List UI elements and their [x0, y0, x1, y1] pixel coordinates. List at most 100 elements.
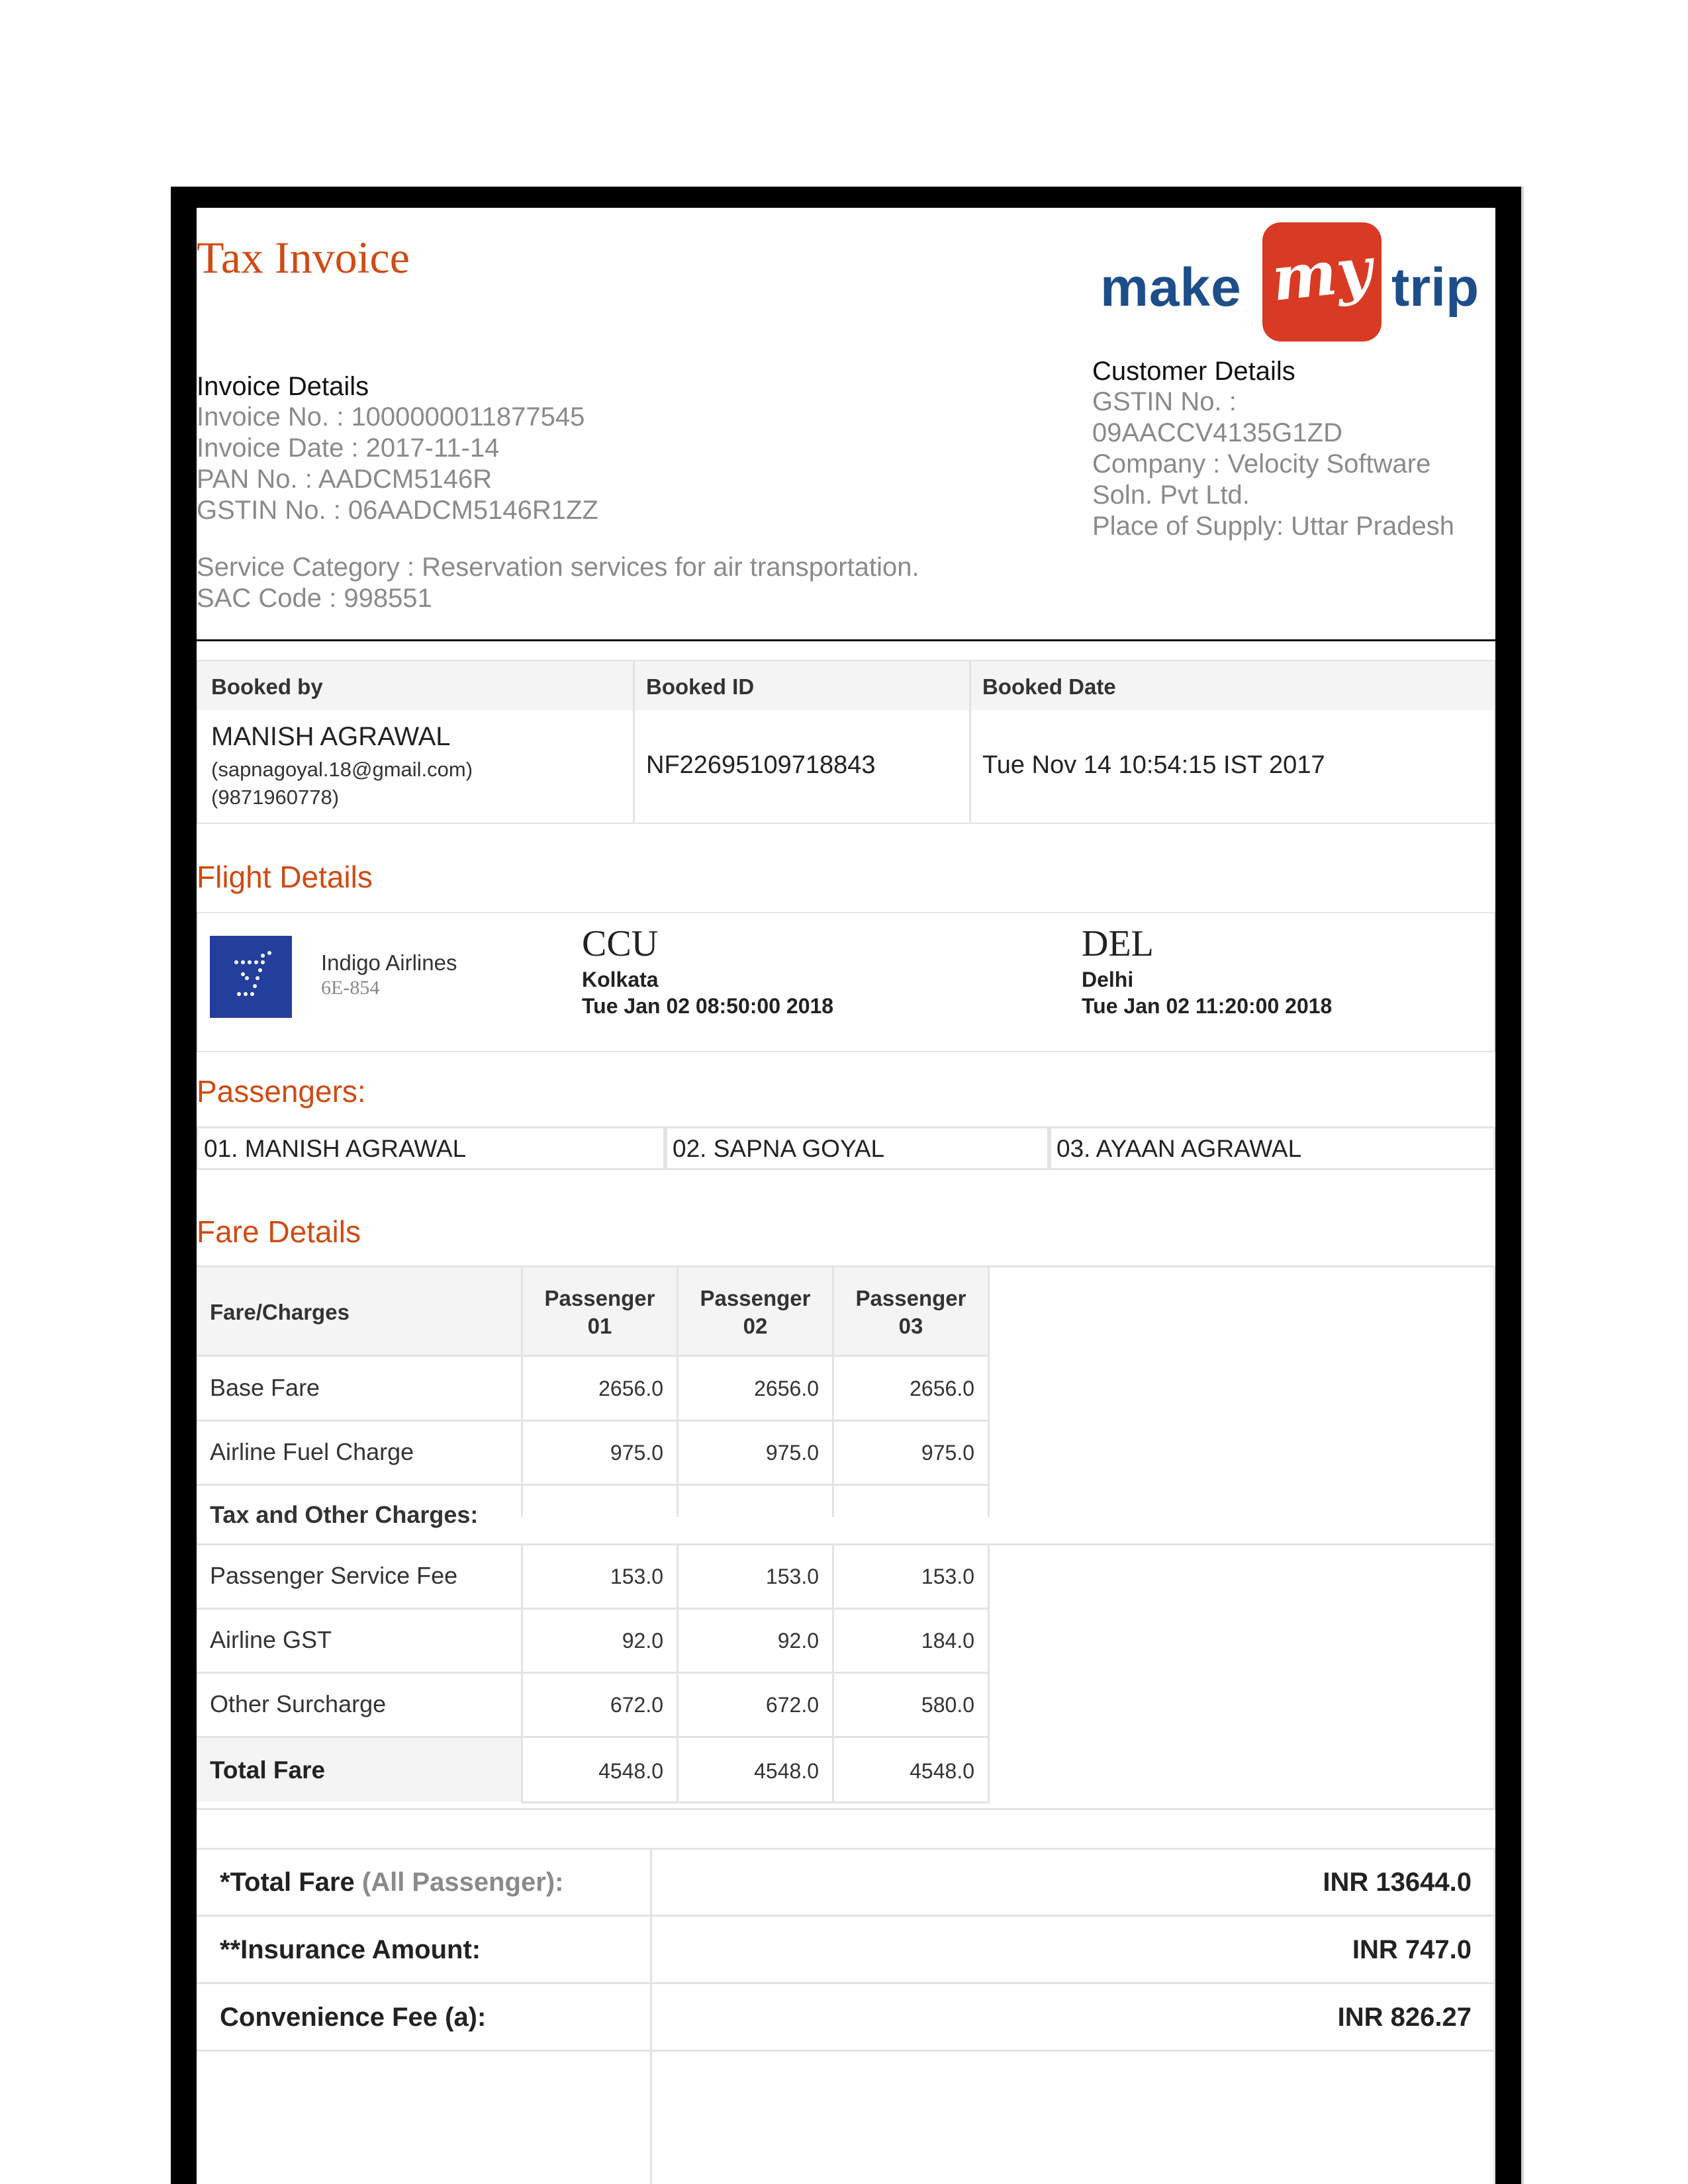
tax-value: 153.0	[921, 1565, 974, 1588]
passenger-02-header-line2: 02	[743, 1314, 768, 1338]
arrival-time: Tue Jan 02 11:20:00 2018	[1082, 994, 1333, 1018]
destination-city: Delhi	[1082, 968, 1134, 991]
fare-row-divider	[521, 1801, 990, 1803]
booked-id-header: Booked ID	[646, 674, 755, 700]
summary-right-border	[1493, 1848, 1495, 2184]
total-fare-label: Total Fare	[210, 1756, 326, 1784]
page-title: Tax Invoice	[197, 232, 410, 283]
tax-value: 580.0	[921, 1693, 974, 1717]
fare-charges-header: Fare/Charges	[210, 1300, 350, 1325]
invoice-sheet: Tax Invoice make my trip Invoice Details…	[197, 208, 1495, 2184]
fare-value: 975.0	[765, 1441, 819, 1465]
fare-table: Fare/Charges Passenger 01 Passenger 02 P…	[197, 1265, 1495, 1812]
tax-value: 92.0	[622, 1629, 663, 1653]
fare-row-divider	[197, 1608, 990, 1610]
booking-col-divider	[969, 661, 971, 823]
summary-row-divider	[197, 1848, 1495, 1850]
fare-value: 2656.0	[754, 1377, 819, 1400]
passenger-02-header: Passenger 02	[679, 1267, 832, 1355]
grand-total-value: INR 13644.0	[1323, 1868, 1472, 1897]
passenger-01-header-line1: Passenger	[544, 1286, 655, 1310]
booker-phone: (9871960778)	[211, 786, 340, 809]
tax-value: 672.0	[610, 1693, 663, 1717]
invoice-number: Invoice No. : 1000000011877545	[197, 402, 585, 432]
convenience-fee-value: INR 826.27	[1337, 2003, 1472, 2032]
passenger-01-header-line2: 01	[587, 1314, 612, 1338]
fare-table-right	[1493, 1265, 1495, 1810]
fare-row-divider	[197, 1420, 990, 1422]
summary-row-divider	[197, 2050, 1495, 2052]
origin-code: CCU	[582, 923, 659, 964]
fare-row-divider	[197, 1355, 990, 1357]
passenger-03-header-line2: 03	[898, 1314, 923, 1338]
summary-row-divider	[197, 1915, 1495, 1917]
convenience-fee-label: Convenience Fee (a):	[220, 2003, 487, 2032]
destination-code: DEL	[1082, 923, 1154, 964]
fare-value: 975.0	[610, 1441, 663, 1465]
passenger-item: 02. SAPNA GOYAL	[665, 1126, 1049, 1170]
tax-value: 672.0	[765, 1693, 819, 1717]
total-fare-value: 4548.0	[910, 1759, 974, 1783]
booking-header-bg	[198, 661, 1494, 710]
passenger-03-header-line1: Passenger	[855, 1286, 966, 1310]
flight-details-box: Indigo Airlines 6E-854 CCU Kolkata Tue J…	[197, 912, 1495, 1052]
booked-id-value: NF22695109718843	[646, 751, 876, 779]
fare-row-divider	[197, 1672, 990, 1674]
gstin-number: GSTIN No. : 06AADCM5146R1ZZ	[197, 496, 598, 525]
invoice-date: Invoice Date : 2017-11-14	[197, 433, 500, 463]
logo-trip: trip	[1391, 257, 1479, 318]
fare-value: 975.0	[921, 1441, 974, 1465]
airline-name: Indigo Airlines	[321, 950, 457, 975]
passenger-name: 01. MANISH AGRAWAL	[204, 1135, 467, 1162]
fare-col-divider	[988, 1736, 990, 1803]
passenger-name: 02. SAPNA GOYAL	[673, 1135, 885, 1162]
header-divider	[197, 639, 1495, 641]
logo-my-box: my	[1262, 222, 1382, 341]
passenger-item: 03. AYAAN AGRAWAL	[1049, 1126, 1495, 1170]
booking-table: Booked by Booked ID Booked Date MANISH A…	[197, 660, 1495, 824]
summary-table: *Total Fare (All Passenger): INR 13644.0…	[197, 1848, 1495, 2184]
customer-company: Company : Velocity Software	[1092, 449, 1431, 478]
place-of-supply: Place of Supply: Uttar Pradesh	[1092, 512, 1454, 541]
passenger-item: 01. MANISH AGRAWAL	[197, 1126, 665, 1170]
customer-gstin-value: 09AACCV4135G1ZD	[1092, 418, 1342, 447]
pan-number: PAN No. : AADCM5146R	[197, 465, 492, 494]
fare-row-label: Base Fare	[210, 1374, 320, 1401]
sac-code: SAC Code : 998551	[197, 584, 432, 613]
summary-row-divider	[197, 1982, 1495, 1984]
customer-company-cont: Soln. Pvt Ltd.	[1092, 480, 1250, 510]
booker-email: (sapnagoyal.18@gmail.com)	[211, 758, 473, 781]
booked-date-value: Tue Nov 14 10:54:15 IST 2017	[982, 751, 1325, 779]
fare-col-divider	[988, 1543, 990, 1744]
passenger-03-header: Passenger 03	[834, 1267, 988, 1355]
fare-details-title: Fare Details	[197, 1214, 361, 1249]
passenger-02-header-line1: Passenger	[700, 1286, 811, 1310]
total-fare-value: 4548.0	[754, 1759, 819, 1783]
grand-total-label-note: (All Passenger):	[361, 1868, 564, 1897]
booked-by-header: Booked by	[211, 674, 323, 700]
booker-name: MANISH AGRAWAL	[211, 722, 451, 751]
customer-gstin-label: GSTIN No. :	[1092, 387, 1237, 416]
tax-value: 184.0	[921, 1629, 974, 1653]
passenger-name: 03. AYAAN AGRAWAL	[1056, 1135, 1302, 1162]
makemytrip-logo: make my trip	[1100, 222, 1491, 341]
tax-row-label: Passenger Service Fee	[210, 1562, 458, 1589]
total-fare-value: 4548.0	[598, 1759, 663, 1783]
tax-row-label: Airline GST	[210, 1626, 332, 1653]
passenger-01-header: Passenger 01	[523, 1267, 677, 1355]
invoice-details: Invoice Details Invoice No. : 1000000011…	[197, 372, 598, 526]
fare-table-bottom	[197, 1808, 1495, 1810]
booked-date-header: Booked Date	[982, 674, 1116, 700]
fare-row-label: Airline Fuel Charge	[210, 1438, 414, 1465]
flight-details-title: Flight Details	[197, 860, 373, 894]
logo-make: make	[1100, 257, 1242, 318]
service-category: Service Category : Reservation services …	[197, 553, 919, 582]
tax-value: 92.0	[777, 1629, 819, 1653]
customer-details-heading: Customer Details	[1092, 357, 1295, 386]
tax-value: 153.0	[610, 1565, 663, 1588]
grand-total-label: *Total Fare (All Passenger):	[220, 1868, 563, 1897]
fare-row-divider	[521, 1484, 990, 1486]
passenger-list: 01. MANISH AGRAWAL 02. SAPNA GOYAL 03. A…	[197, 1126, 1495, 1170]
tax-heading: Tax and Other Charges:	[210, 1501, 479, 1528]
customer-details: Customer Details GSTIN No. : 09AACCV4135…	[1092, 357, 1454, 542]
